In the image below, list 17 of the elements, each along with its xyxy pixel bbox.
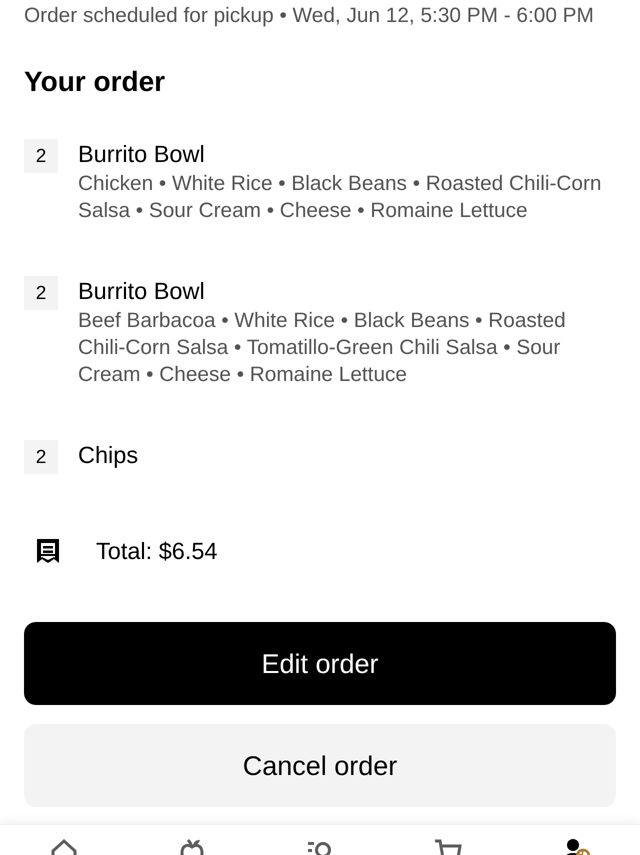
apple-icon[interactable] [178,838,206,855]
section-heading: Your order [24,66,166,98]
quantity-badge: 2 [24,276,58,310]
item-name: Burrito Bowl [78,277,206,305]
receipt-icon [36,538,60,564]
edit-button[interactable]: Edit order [24,622,616,705]
cancel-button[interactable]: Cancel order [24,724,616,807]
item-details: Beef Barbacoa • White Rice • Black Beans • Roasted Chili-Corn Salsa • Tomatillo-Green Chili Salsa • Sour Cream • Cheese • Romaine Lettuce [78,308,567,388]
order-total: Total: $6.54 [96,537,218,565]
quantity-badge: 2 [24,440,58,474]
home-icon[interactable] [50,838,78,855]
item-name: Chips [78,441,140,469]
pickup-schedule: Order scheduled for pickup • Wed, Jun 12, 5:30 PM - 6:00 PM [24,3,595,29]
cart-icon[interactable] [434,838,462,855]
item-details: Chicken • White Rice • Black Beans • Roasted Chili-Corn Salsa • Sour Cream • Cheese • Romaine Lettuce [78,171,602,224]
quantity-badge: 2 [24,139,58,173]
item-name: Burrito Bowl [78,140,206,168]
